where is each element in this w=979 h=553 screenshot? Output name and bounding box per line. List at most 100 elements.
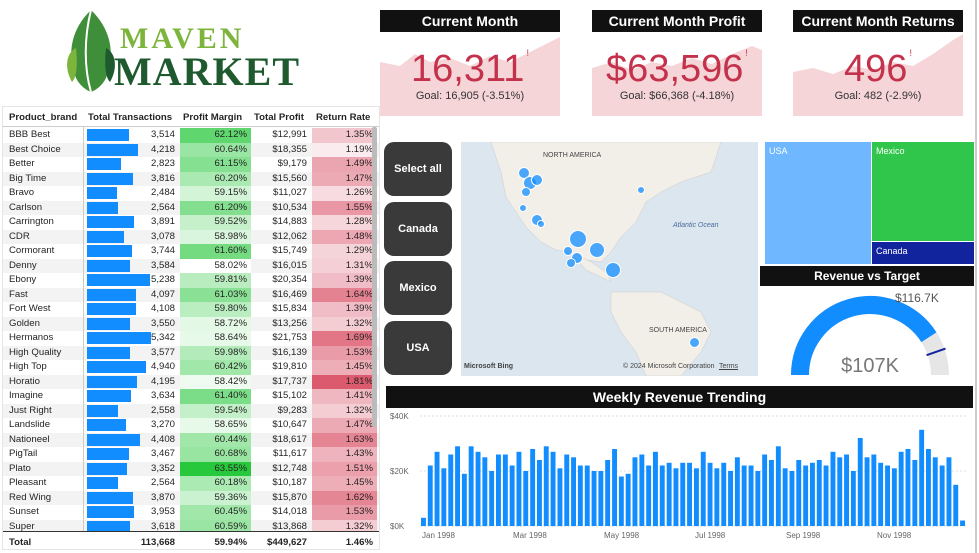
weekly-revenue-bar[interactable] <box>830 451 836 527</box>
weekly-revenue-bar[interactable] <box>680 462 686 526</box>
store-map[interactable]: NORTH AMERICA Atlantic Ocean SOUTH AMERI… <box>461 142 758 376</box>
weekly-revenue-bar[interactable] <box>673 468 679 527</box>
weekly-revenue-bar[interactable] <box>871 454 877 527</box>
weekly-revenue-bar[interactable] <box>769 460 774 526</box>
weekly-revenue-bar[interactable] <box>557 468 563 527</box>
slicer-select-all[interactable]: Select all <box>384 142 452 196</box>
weekly-revenue-bar[interactable] <box>516 451 522 527</box>
weekly-revenue-bar[interactable] <box>850 471 856 526</box>
weekly-revenue-bar[interactable] <box>584 465 590 527</box>
weekly-revenue-bar[interactable] <box>775 446 781 527</box>
map-bubble[interactable] <box>521 187 531 197</box>
map-bubble[interactable] <box>569 230 587 248</box>
weekly-revenue-bar[interactable] <box>427 465 433 527</box>
table-row[interactable]: Imagine 3,634 61.40% $15,102 1.41% <box>3 389 379 404</box>
map-bubble[interactable] <box>637 186 645 194</box>
table-row[interactable]: Better 2,823 61.15% $9,179 1.49% <box>3 157 379 172</box>
weekly-revenue-bar[interactable] <box>455 446 460 527</box>
weekly-revenue-bar[interactable] <box>434 451 440 527</box>
weekly-revenue-bar[interactable] <box>482 457 488 527</box>
weekly-revenue-bar[interactable] <box>919 429 925 527</box>
table-row[interactable]: Cormorant 3,744 61.60% $15,749 1.29% <box>3 244 379 259</box>
weekly-revenue-bar[interactable] <box>489 471 495 526</box>
weekly-revenue-bar[interactable] <box>571 457 576 527</box>
map-bubble[interactable] <box>566 258 576 268</box>
weekly-revenue-bar[interactable] <box>653 451 658 527</box>
weekly-revenue-bar[interactable] <box>639 454 645 527</box>
table-row[interactable]: PigTail 3,467 60.68% $11,617 1.43% <box>3 447 379 462</box>
weekly-revenue-bar[interactable] <box>864 457 870 527</box>
weekly-revenue-bar[interactable] <box>550 451 556 527</box>
weekly-revenue-bar[interactable] <box>762 454 768 527</box>
country-treemap[interactable]: USA Mexico Canada <box>765 142 974 264</box>
weekly-revenue-bar[interactable] <box>891 468 897 527</box>
weekly-revenue-bar[interactable] <box>857 438 863 526</box>
weekly-revenue-bar[interactable] <box>591 471 597 526</box>
header-total-profit[interactable]: Total Profit <box>254 112 304 123</box>
weekly-revenue-bar[interactable] <box>728 471 733 526</box>
weekly-revenue-bar[interactable] <box>912 460 918 526</box>
map-bubble[interactable] <box>531 174 543 186</box>
header-profit-margin[interactable]: Profit Margin <box>183 112 242 123</box>
weekly-revenue-bar[interactable] <box>564 454 570 527</box>
map-bubble[interactable] <box>589 242 605 258</box>
weekly-revenue-bar[interactable] <box>598 471 604 526</box>
weekly-revenue-bar[interactable] <box>721 462 727 526</box>
weekly-revenue-bar[interactable] <box>475 451 481 527</box>
table-row[interactable]: Bravo 2,484 59.15% $11,027 1.26% <box>3 186 379 201</box>
weekly-revenue-bar[interactable] <box>878 462 884 526</box>
weekly-revenue-bar[interactable] <box>523 471 529 526</box>
weekly-revenue-bar[interactable] <box>844 454 849 527</box>
slicer-mexico[interactable]: Mexico <box>384 261 452 315</box>
weekly-revenue-bar[interactable] <box>605 460 611 526</box>
weekly-revenue-bar[interactable] <box>953 484 959 527</box>
treemap-cell-mexico[interactable]: Mexico <box>872 142 974 241</box>
weekly-revenue-bar[interactable] <box>687 462 692 526</box>
weekly-revenue-bar[interactable] <box>659 465 665 527</box>
weekly-revenue-bar[interactable] <box>837 457 843 527</box>
weekly-revenue-bar[interactable] <box>707 462 713 526</box>
weekly-revenue-bar[interactable] <box>823 465 829 527</box>
weekly-revenue-bar[interactable] <box>509 465 515 527</box>
weekly-revenue-bar[interactable] <box>496 454 501 527</box>
table-row[interactable]: Fast 4,097 61.03% $16,469 1.64% <box>3 287 379 302</box>
header-return-rate[interactable]: Return Rate <box>316 112 370 123</box>
weekly-revenue-bar[interactable] <box>816 460 822 526</box>
table-row[interactable]: Horatio 4,195 58.42% $17,737 1.81% <box>3 374 379 389</box>
weekly-revenue-bar[interactable] <box>448 454 454 527</box>
table-row[interactable]: Fort West 4,108 59.80% $15,834 1.39% <box>3 302 379 317</box>
table-row[interactable]: Big Time 3,816 60.20% $15,560 1.47% <box>3 171 379 186</box>
weekly-revenue-bar[interactable] <box>885 465 890 527</box>
weekly-revenue-bar[interactable] <box>932 457 938 527</box>
table-scrollbar[interactable] <box>372 127 377 427</box>
weekly-revenue-bar[interactable] <box>530 449 536 526</box>
table-row[interactable]: Landslide 3,270 58.65% $10,647 1.47% <box>3 418 379 433</box>
weekly-revenue-chart[interactable]: $0K $20K $40K Jan 1998 Mar 1998 May 1998 Jul 1… <box>386 408 973 548</box>
table-row[interactable]: CDR 3,078 58.98% $12,062 1.48% <box>3 229 379 244</box>
weekly-revenue-bar[interactable] <box>632 457 638 527</box>
table-row[interactable]: Red Wing 3,870 59.36% $15,870 1.62% <box>3 490 379 505</box>
weekly-revenue-bar[interactable] <box>796 460 802 526</box>
weekly-revenue-bar[interactable] <box>810 462 815 526</box>
map-bubble[interactable] <box>519 204 527 212</box>
weekly-revenue-bar[interactable] <box>926 449 931 526</box>
weekly-revenue-bar[interactable] <box>694 468 699 527</box>
treemap-cell-canada[interactable]: Canada <box>872 242 974 264</box>
weekly-revenue-bar[interactable] <box>741 465 747 527</box>
weekly-revenue-bar[interactable] <box>577 465 583 527</box>
table-row[interactable]: High Top 4,940 60.42% $19,810 1.45% <box>3 360 379 375</box>
weekly-revenue-bar[interactable] <box>789 471 795 526</box>
revenue-gauge[interactable]: $116.7K $107K <box>780 290 960 380</box>
table-row[interactable]: Carrington 3,891 59.52% $14,883 1.28% <box>3 215 379 230</box>
header-total-transactions[interactable]: Total Transactions <box>88 112 172 123</box>
table-row[interactable]: Plato 3,352 63.55% $12,748 1.51% <box>3 461 379 476</box>
table-row[interactable]: BBB Best 3,514 62.12% $12,991 1.35% <box>3 128 379 143</box>
table-row[interactable]: Pleasant 2,564 60.18% $10,187 1.45% <box>3 476 379 491</box>
weekly-revenue-bar[interactable] <box>748 465 754 527</box>
weekly-revenue-bar[interactable] <box>666 462 672 526</box>
weekly-revenue-bar[interactable] <box>700 451 706 527</box>
weekly-revenue-bar[interactable] <box>421 517 426 527</box>
map-bubble[interactable] <box>689 337 700 348</box>
weekly-revenue-bar[interactable] <box>543 446 549 527</box>
table-row[interactable]: Denny 3,584 58.02% $16,015 1.31% <box>3 258 379 273</box>
